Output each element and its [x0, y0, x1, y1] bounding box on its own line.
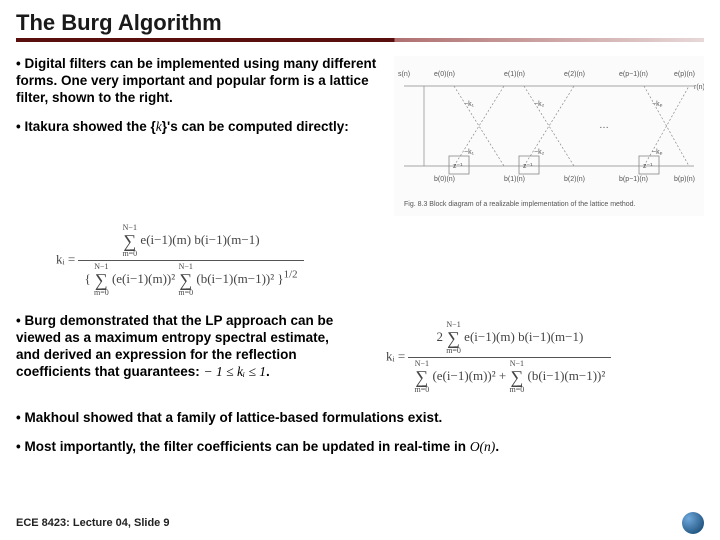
globe-icon	[682, 512, 704, 534]
kp-bot: −kₚ	[652, 149, 663, 156]
node-sn: s(n)	[398, 71, 410, 78]
node-b0: b(0)(n)	[434, 176, 455, 183]
equation-itakura: kᵢ = N−1∑m=0 e(i−1)(m) b(i−1)(m−1) { N−1…	[56, 222, 704, 299]
bullet-2-post: }'s can be computed directly:	[162, 119, 349, 134]
node-e2: e(2)(n)	[564, 71, 585, 78]
eq1-lhs: kᵢ =	[56, 251, 75, 266]
node-e1: e(1)(n)	[504, 71, 525, 78]
bullet-3: Burg demonstrated that the LP approach c…	[16, 313, 356, 381]
lattice-diagram: s(n) e(0)(n) e(1)(n) e(2)(n) e(p−1)(n) e…	[394, 56, 704, 216]
node-r: r(n)	[694, 84, 704, 91]
k2-top: −k₂	[534, 101, 545, 108]
svg-text:…: …	[599, 120, 609, 131]
diagram-caption: Fig. 8.3 Block diagram of a realizable i…	[404, 201, 636, 208]
node-e0: e(0)(n)	[434, 71, 455, 78]
node-ep: e(p)(n)	[674, 71, 695, 78]
node-epm1: e(p−1)(n)	[619, 71, 648, 78]
delay-2: z⁻¹	[523, 163, 533, 170]
equation-burg: kᵢ = 2 N−1∑m=0 e(i−1)(m) b(i−1)(m−1) N−1…	[386, 319, 611, 396]
bullet-2-pre: Itakura showed the {	[24, 119, 155, 134]
k1-bot: −k₁	[464, 149, 475, 156]
k1-top: −k₁	[464, 101, 475, 108]
delay-1: z⁻¹	[453, 163, 463, 170]
node-b1: b(1)(n)	[504, 176, 525, 183]
bullet-5: Most importantly, the filter coefficient…	[16, 439, 704, 456]
bullet-3-math: − 1 ≤ kᵢ ≤ 1	[204, 364, 266, 379]
node-bpm1: b(p−1)(n)	[619, 176, 648, 183]
node-bp: b(p)(n)	[674, 176, 695, 183]
footer-course: ECE 8423: Lecture 04, Slide 9	[16, 517, 169, 529]
bullet-4: Makhoul showed that a family of lattice-…	[16, 410, 704, 427]
bullet-2: Itakura showed the {k}'s can be computed…	[16, 119, 384, 136]
title-underline	[16, 38, 704, 42]
node-b2: b(2)(n)	[564, 176, 585, 183]
page-title: The Burg Algorithm	[16, 10, 704, 38]
delay-3: z⁻¹	[643, 163, 653, 170]
kp-top: −kₚ	[652, 101, 663, 108]
bullet-5-math: O(n)	[470, 439, 496, 454]
bullet-1: Digital filters can be implemented using…	[16, 56, 384, 107]
eq2-lhs: kᵢ =	[386, 348, 405, 363]
k2-bot: −k₂	[534, 149, 545, 156]
